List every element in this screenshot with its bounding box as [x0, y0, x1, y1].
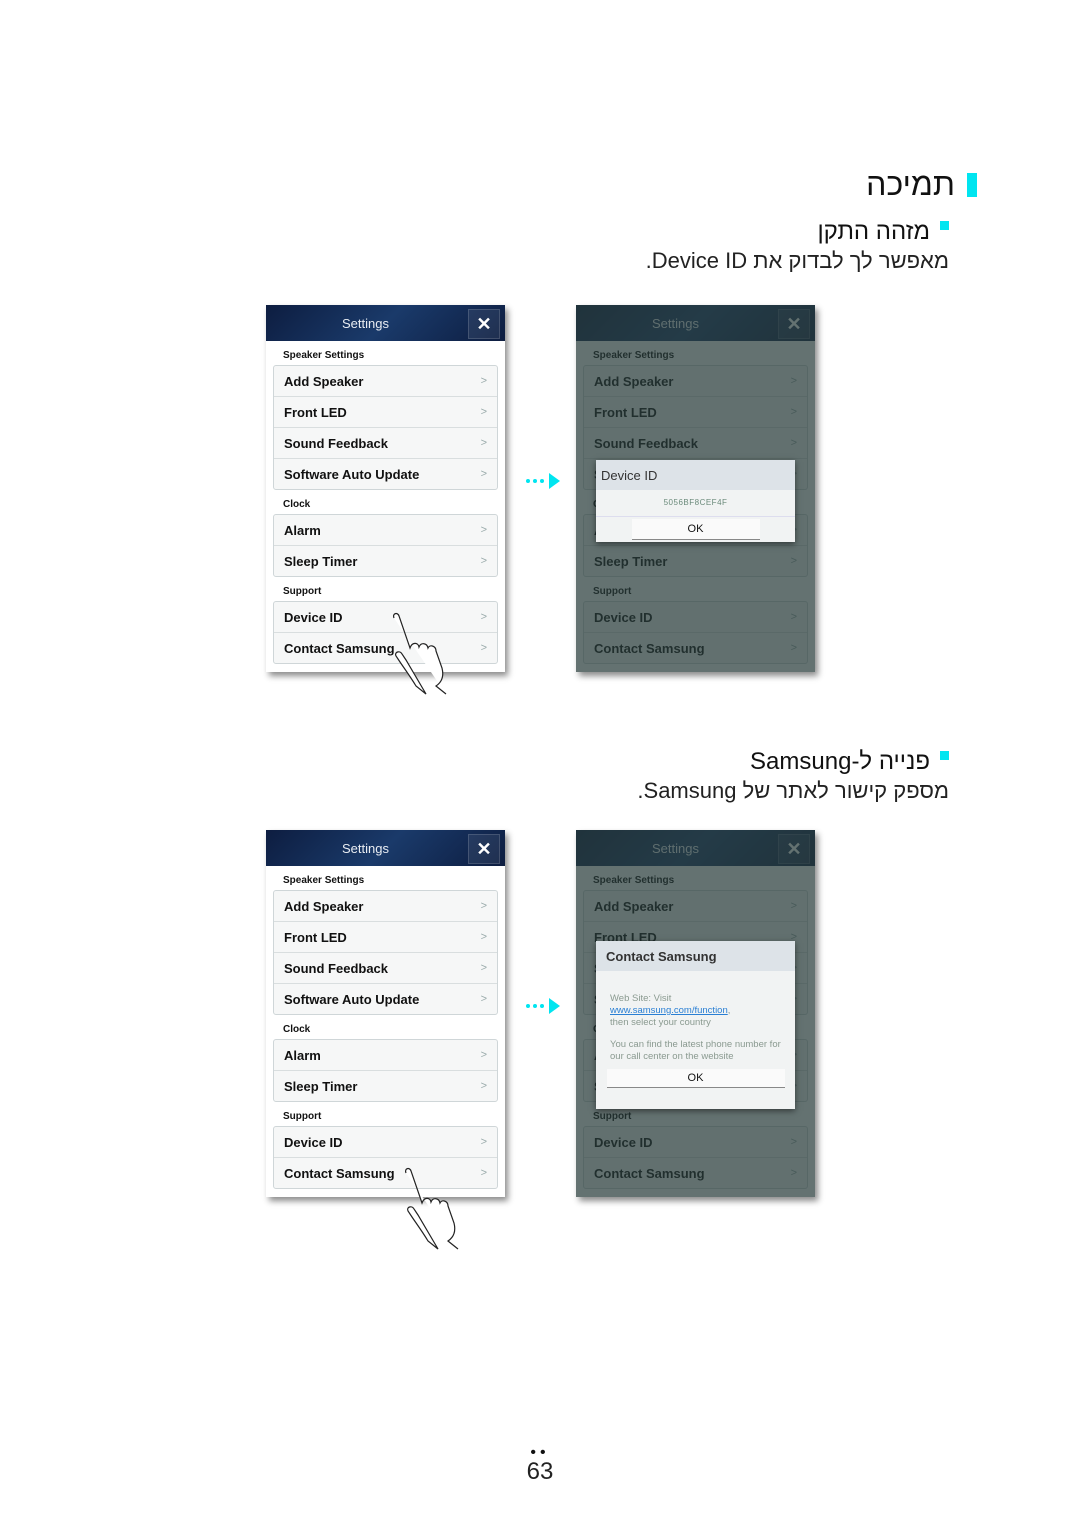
chevron-right-icon: > — [480, 1136, 487, 1148]
settings-item-label: Front LED — [284, 404, 347, 420]
settings-section-header: Support — [283, 586, 322, 597]
device-id-heading: מזהה התקן — [817, 218, 949, 246]
contact-dialog-title: Contact Samsung — [596, 941, 795, 971]
device-id-value: 5056BF8CEF4F — [596, 490, 795, 517]
settings-header: Settings ✕ — [266, 305, 505, 341]
chevron-right-icon: > — [480, 993, 487, 1005]
settings-item-sound-feedback[interactable]: Sound Feedback > — [274, 428, 497, 459]
chevron-right-icon: > — [480, 437, 487, 449]
chevron-right-icon: > — [480, 555, 487, 567]
contact-heading: פנייה ל-Samsung — [750, 748, 949, 776]
settings-title: Settings — [342, 316, 389, 331]
settings-item-label: Sleep Timer — [284, 553, 358, 569]
settings-item-label: Alarm — [284, 1047, 321, 1063]
chevron-right-icon: > — [480, 611, 487, 623]
flow-arrow-icon — [526, 473, 560, 489]
contact-description: מספק קישור לאתר של Samsung. — [637, 778, 949, 803]
settings-item-label: Contact Samsung — [284, 1165, 395, 1181]
chevron-right-icon: > — [480, 468, 487, 480]
chevron-right-icon: > — [480, 1049, 487, 1061]
settings-item-label: Sound Feedback — [284, 435, 389, 451]
settings-item-sleep-timer[interactable]: Sleep Timer > — [274, 1071, 497, 1101]
settings-item-label: Alarm — [284, 522, 321, 538]
settings-group: Add Speaker>Front LED>Sound Feedback>Sof… — [273, 890, 498, 1015]
chevron-right-icon: > — [480, 642, 487, 654]
device-id-dialog-title: Device ID — [596, 460, 795, 490]
close-icon[interactable]: ✕ — [468, 309, 500, 339]
contact-samsung-dialog: Contact Samsung Web Site: Visit www.sams… — [596, 941, 795, 1109]
settings-item-front-led[interactable]: Front LED > — [274, 397, 497, 428]
section-title: תמיכה — [866, 166, 977, 203]
contact-line-2: then select your country — [610, 1017, 711, 1028]
settings-title: Settings — [342, 841, 389, 856]
chevron-right-icon: > — [480, 962, 487, 974]
settings-item-alarm[interactable]: Alarm > — [274, 515, 497, 546]
settings-group: Alarm > Sleep Timer > — [273, 514, 498, 577]
settings-group: Alarm > Sleep Timer > — [273, 1039, 498, 1102]
samsung-website-link[interactable]: www.samsung.com/function — [610, 1005, 728, 1016]
settings-section-header: Speaker Settings — [283, 875, 365, 886]
bullet-square-icon — [940, 220, 949, 230]
settings-screen-contact: Settings ✕ Speaker Settings Add Speaker > Fro… — [266, 830, 505, 1197]
settings-item-label: Add Speaker — [284, 373, 364, 389]
device-id-description: מאפשר לך לבדוק את Device ID. — [645, 248, 949, 273]
settings-item-alarm[interactable]: Alarm > — [274, 1040, 497, 1071]
settings-item-front-led[interactable]: Front LED > — [274, 922, 497, 953]
settings-item-label: Sound Feedback — [284, 960, 389, 976]
contact-heading-text: פנייה ל-Samsung — [750, 748, 930, 775]
contact-dialog-body: Web Site: Visit www.samsung.com/function… — [596, 971, 795, 1063]
settings-section-header: Clock — [283, 499, 311, 510]
settings-item-label: Front LED — [284, 929, 347, 945]
link-suffix: , — [727, 1005, 731, 1016]
device-id-heading-text: מזהה התקן — [817, 218, 930, 245]
settings-item-label: Device ID — [284, 609, 343, 625]
settings-header: Settings ✕ — [266, 830, 505, 866]
settings-item-device-id[interactable]: Device ID > — [274, 1127, 497, 1158]
device-id-ok-button[interactable]: OK — [631, 519, 760, 540]
settings-item-software-auto-update[interactable]: Software Auto Update > — [274, 984, 497, 1014]
contact-line-1: Web Site: Visit — [610, 993, 672, 1004]
page-number-text: 63 — [526, 1458, 554, 1485]
chevron-right-icon: > — [480, 1080, 487, 1092]
tap-hand-icon — [393, 612, 447, 695]
chevron-right-icon: > — [480, 1167, 487, 1179]
settings-section-header: Speaker Settings — [283, 350, 365, 361]
settings-item-sleep-timer[interactable]: Sleep Timer > — [274, 546, 497, 576]
section-marker-icon — [967, 172, 977, 197]
settings-item-label: Software Auto Update — [284, 466, 420, 482]
chevron-right-icon: > — [480, 931, 487, 943]
page-number: •• 63 — [0, 1444, 1080, 1486]
settings-item-add-speaker[interactable]: Add Speaker > — [274, 366, 497, 397]
device-id-dialog: Device ID 5056BF8CEF4F OK — [596, 460, 795, 542]
contact-ok-button[interactable]: OK — [606, 1069, 785, 1088]
settings-item-label: Software Auto Update — [284, 991, 420, 1007]
chevron-right-icon: > — [480, 900, 487, 912]
settings-item-software-auto-update[interactable]: Software Auto Update > — [274, 459, 497, 489]
bullet-square-icon — [940, 750, 949, 760]
settings-item-label: Contact Samsung — [284, 640, 395, 656]
settings-group: Add Speaker>Front LED>Sound Feedback>Sof… — [273, 365, 498, 490]
section-title-text: תמיכה — [866, 166, 955, 202]
settings-item-add-speaker[interactable]: Add Speaker > — [274, 891, 497, 922]
chevron-right-icon: > — [480, 524, 487, 536]
chevron-right-icon: > — [480, 406, 487, 418]
flow-arrow-icon — [526, 998, 560, 1014]
close-icon[interactable]: ✕ — [468, 834, 500, 864]
page-dots: •• — [530, 1444, 550, 1461]
tap-hand-icon — [405, 1167, 459, 1250]
settings-item-label: Device ID — [284, 1134, 343, 1150]
settings-item-sound-feedback[interactable]: Sound Feedback > — [274, 953, 497, 984]
settings-item-label: Add Speaker — [284, 898, 364, 914]
contact-line-3: You can find the latest phone number for… — [610, 1039, 781, 1062]
chevron-right-icon: > — [480, 375, 487, 387]
settings-item-label: Sleep Timer — [284, 1078, 358, 1094]
settings-section-header: Clock — [283, 1024, 311, 1035]
settings-section-header: Support — [283, 1111, 322, 1122]
